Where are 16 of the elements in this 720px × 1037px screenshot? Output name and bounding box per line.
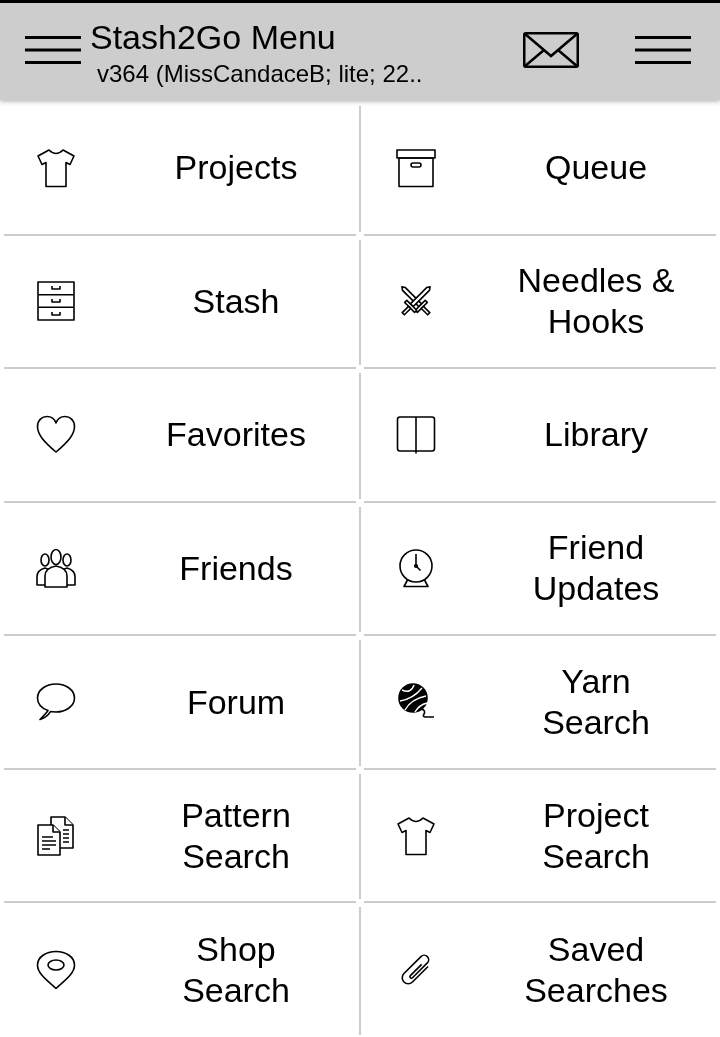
map-pin-icon bbox=[36, 950, 76, 991]
mail-icon[interactable] bbox=[523, 32, 579, 68]
box-icon bbox=[396, 147, 436, 188]
documents-icon bbox=[36, 815, 76, 856]
book-icon bbox=[396, 414, 436, 455]
menu-icon[interactable] bbox=[25, 36, 81, 64]
drawers-icon bbox=[36, 281, 76, 322]
menu-icon[interactable] bbox=[635, 36, 691, 64]
version-subtitle: v364 (MissCandaceB; lite; 22.. bbox=[96, 59, 423, 89]
shirt-icon bbox=[396, 815, 436, 856]
people-icon bbox=[36, 548, 76, 589]
heart-icon bbox=[36, 414, 76, 455]
app-title: Stash2Go Menu bbox=[90, 18, 337, 56]
speech-bubble-icon bbox=[36, 682, 76, 723]
clock-icon bbox=[396, 548, 436, 589]
shirt-icon bbox=[36, 147, 76, 188]
